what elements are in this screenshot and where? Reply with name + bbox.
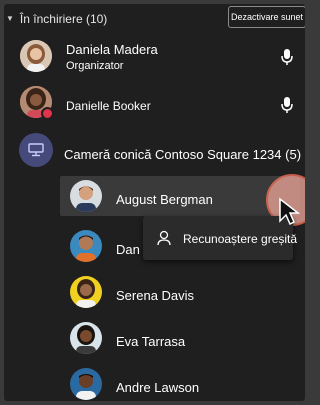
person-photo-icon xyxy=(70,230,102,262)
participant-row[interactable]: Andre Lawson xyxy=(4,364,305,401)
participant-name: August Bergman xyxy=(116,192,213,207)
person-photo-icon xyxy=(20,40,52,72)
conference-room-icon xyxy=(19,133,53,167)
participant-name: Cameră conică Contoso Square 1234 (5) xyxy=(64,147,302,162)
participant-name: Andre Lawson xyxy=(116,380,200,395)
avatar xyxy=(70,368,102,400)
participant-row-room[interactable]: Cameră conică Contoso Square 1234 (5) xyxy=(4,130,305,170)
person-photo-icon xyxy=(70,276,102,308)
participant-name: Eva Tarrasa xyxy=(116,334,186,349)
person-photo-icon xyxy=(70,368,102,400)
participant-name: Dan xyxy=(116,242,140,257)
participant-name: Serena Davis xyxy=(116,288,195,303)
microphone-icon[interactable] xyxy=(280,48,294,66)
chevron-down-icon[interactable]: ▼ xyxy=(6,14,14,23)
lobby-header-label: În închiriere (10) xyxy=(19,12,108,26)
participants-panel: ▼ În închiriere (10) Dezactivare sunet D… xyxy=(4,4,305,401)
microphone-icon[interactable] xyxy=(280,96,294,114)
participant-row[interactable]: Danielle Booker xyxy=(4,82,305,122)
avatar xyxy=(70,322,102,354)
participant-role: Organizator xyxy=(66,60,124,72)
lobby-section-header[interactable]: ▼ În închiriere (10) xyxy=(6,12,107,26)
participant-row[interactable]: Serena Davis xyxy=(4,274,305,314)
person-photo-icon xyxy=(70,322,102,354)
avatar xyxy=(70,230,102,262)
avatar xyxy=(70,180,102,212)
avatar xyxy=(20,40,52,72)
participant-row[interactable]: Dan xyxy=(4,228,305,268)
participant-row[interactable]: Eva Tarrasa xyxy=(4,320,305,360)
participant-name: Daniela Madera xyxy=(66,42,158,57)
mouse-cursor-icon xyxy=(279,197,300,226)
participant-row[interactable]: Daniela Madera Organizator xyxy=(4,36,305,76)
participant-name: Danielle Booker xyxy=(66,99,151,113)
mute-all-button[interactable]: Dezactivare sunet xyxy=(228,6,305,28)
person-photo-icon xyxy=(70,180,102,212)
presence-busy-icon xyxy=(41,107,54,120)
avatar xyxy=(70,276,102,308)
